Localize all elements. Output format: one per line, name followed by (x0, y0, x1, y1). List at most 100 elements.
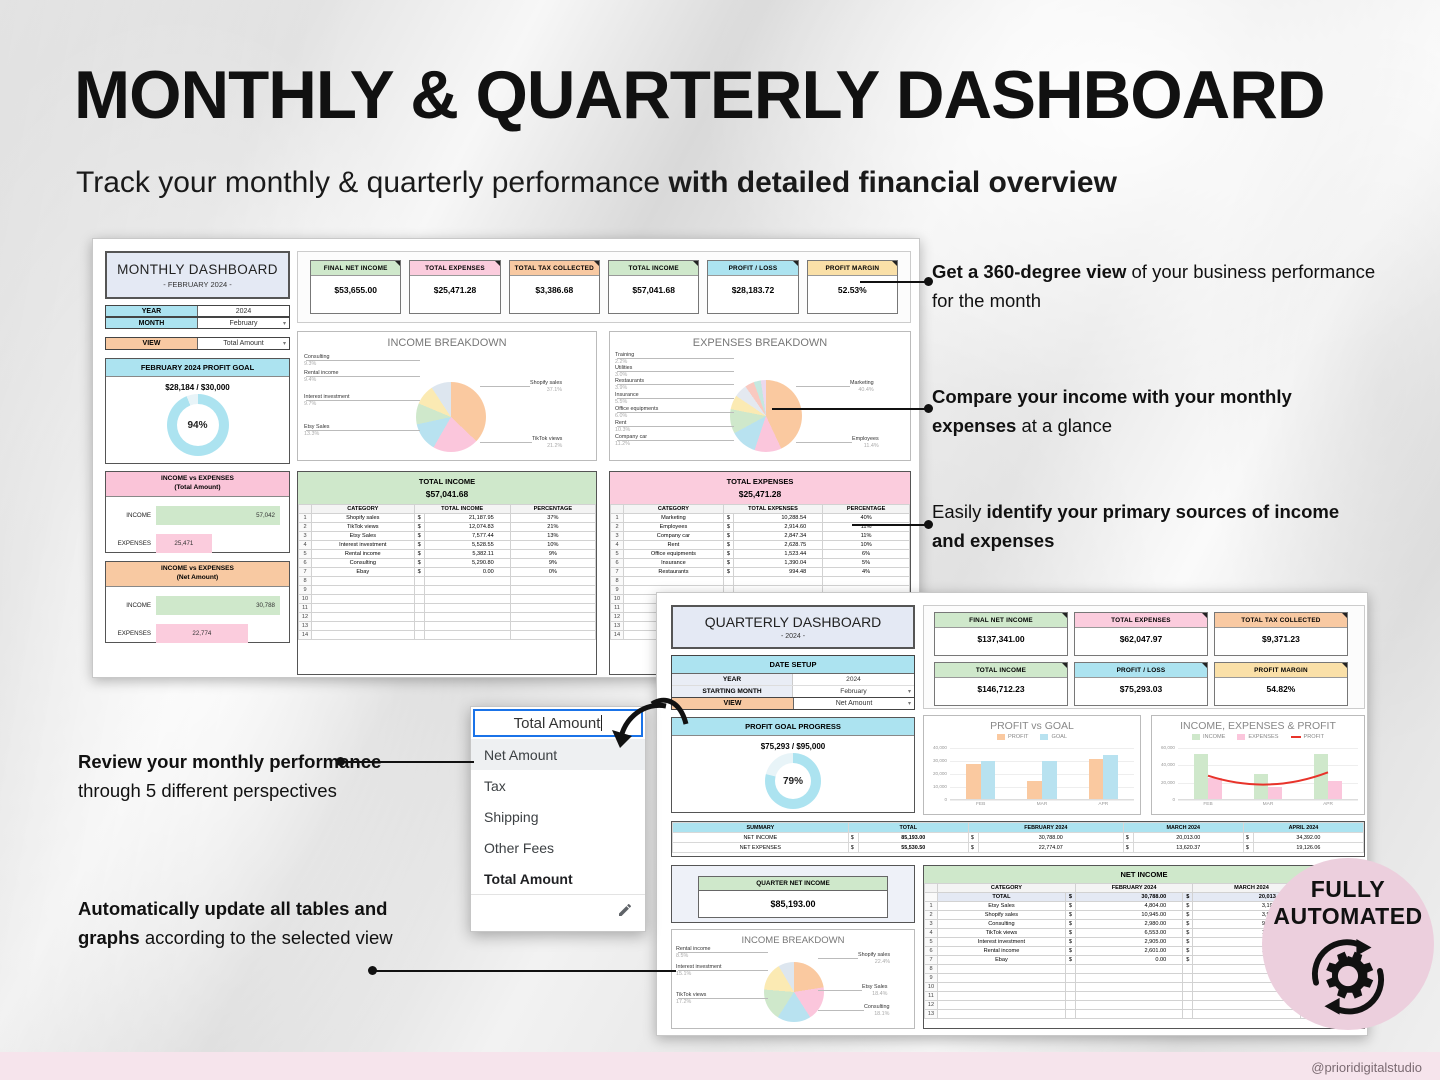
monthly-year-value[interactable]: 2024 (198, 306, 289, 316)
kpi-value: $3,386.68 (535, 285, 574, 295)
kpi-value: $28,183.72 (731, 285, 775, 295)
chevron-down-icon[interactable]: ▾ (908, 688, 911, 695)
column-header: SUMMARY (672, 822, 849, 833)
summary-table[interactable]: SUMMARY TOTAL FEBRUARY 2024 MARCH 2024 APRIL… (672, 822, 1365, 853)
dropdown-option-other-fees[interactable]: Other Fees (471, 832, 645, 863)
pie-callout: Consulting 18.1% (864, 1004, 890, 1017)
table-row[interactable]: 11 (298, 603, 596, 613)
table-row[interactable]: 8 (298, 576, 596, 586)
dropdown-option-shipping[interactable]: Shipping (471, 801, 645, 832)
chevron-down-icon[interactable]: ▾ (908, 700, 911, 707)
table-row[interactable]: 12 (298, 612, 596, 622)
q-inc-pie-pie (764, 962, 824, 1022)
monthly-year-row[interactable]: YEAR 2024 (105, 305, 290, 317)
pie-leader-line (306, 376, 420, 377)
pencil-icon[interactable] (617, 902, 633, 918)
callout-line-2 (772, 408, 928, 410)
data-table[interactable]: CATEGORY TOTAL INCOME PERCENTAGE 1 Shopify s… (298, 504, 596, 640)
kpi-value: $75,293.03 (1119, 684, 1163, 694)
pie-leader-line (678, 952, 768, 953)
quarter-net-income-card: QUARTER NET INCOME $85,193.00 (671, 865, 915, 923)
m-inc-pie-pie (416, 382, 486, 452)
table-row[interactable]: 1 Marketing $10,288.54 40% (610, 513, 910, 523)
quarterly-view-row[interactable]: VIEW Net Amount ▾ (671, 697, 915, 710)
kpi-label: TOTAL INCOME (608, 261, 699, 276)
kpi-value: 52.53% (837, 285, 867, 295)
kpi-value: 54.82% (1266, 684, 1296, 694)
plot-area: 0 20,000 40,000 60,000 FEB MAR APR (1161, 745, 1358, 807)
kpi-card-3: TOTAL INCOME $146,712.23 (934, 662, 1068, 706)
table-row[interactable]: 3 Etsy Sales $7,577.44 13% (298, 531, 596, 541)
annotation-360-view: Get a 360-degree view of your business p… (932, 258, 1392, 315)
kpi-label: PROFIT MARGIN (1214, 663, 1347, 678)
dropdown-option-tax[interactable]: Tax (471, 770, 645, 801)
quarterly-income-breakdown-title: INCOME BREAKDOWN (741, 935, 845, 946)
chevron-down-icon[interactable]: ▾ (283, 320, 286, 327)
kpi-card-0: FINAL NET INCOME $53,655.00 (310, 260, 402, 314)
table-row[interactable]: 4 Interest investment $5,528.55 10% (298, 540, 596, 550)
table-row[interactable]: 6 Insurance $1,390.04 5% (610, 558, 910, 568)
monthly-month-value[interactable]: February ▾ (198, 318, 289, 328)
pie-leader-line (617, 398, 734, 399)
table-row[interactable]: 4 Rent $2,628.75 10% (610, 540, 910, 550)
chevron-down-icon[interactable]: ▾ (283, 340, 286, 347)
table-row[interactable]: 5 Rental income $5,382.11 9% (298, 549, 596, 559)
annotation-review-performance: Review your monthly performance through … (78, 748, 448, 805)
quarterly-view-value[interactable]: Net Amount ▾ (794, 698, 914, 709)
summary-row[interactable]: NET INCOME $85,193.00 $30,788.00 $20,013.00… (672, 832, 1365, 843)
table-row[interactable]: 3 Company car $2,847.34 11% (610, 531, 910, 541)
curved-arrow-to-quarterly-icon (650, 697, 689, 725)
annotation-identify-sources-lead: Easily (932, 501, 987, 522)
table-row[interactable]: 7 Restaurants $994.48 4% (610, 567, 910, 577)
table-row[interactable]: 2 TikTok views $12,074.83 21% (298, 522, 596, 532)
kpi-card-0: FINAL NET INCOME $137,341.00 (934, 612, 1068, 656)
page-subtitle: Track your monthly & quarterly performan… (76, 166, 1406, 200)
monthly-view-row[interactable]: VIEW Total Amount ▾ (105, 337, 290, 350)
monthly-income-breakdown-title: INCOME BREAKDOWN (387, 337, 507, 349)
pie-leader-line (818, 990, 862, 991)
kpi-label: PROFIT / LOSS (708, 261, 798, 276)
subtitle-normal: Track your monthly & quarterly performan… (76, 166, 669, 199)
monthly-total-income-table[interactable]: TOTAL INCOME $57,041.68 CATEGORY TOTAL IN… (297, 471, 597, 675)
y-tick-label: 10,000 (932, 784, 947, 789)
view-dropdown-input-value: Total Amount (513, 714, 601, 732)
callout-line-4 (344, 761, 474, 763)
quarterly-dashboard-screenshot[interactable]: QUARTERLY DASHBOARD - 2024 - DATE SETUP … (656, 592, 1368, 1036)
monthly-month-row[interactable]: MONTH February ▾ (105, 317, 290, 329)
legend-item: PROFIT (996, 734, 1028, 740)
chart-legend: PROFIT GOAL (924, 734, 1140, 740)
x-axis (1178, 799, 1358, 800)
ive-total-income-label: INCOME (126, 511, 151, 519)
summary-row[interactable]: NET EXPENSES $55,530.50 $22,774.07 $13,620.… (672, 842, 1365, 853)
table-row[interactable]: 10 (298, 594, 596, 604)
dropdown-option-total-amount[interactable]: Total Amount (471, 863, 645, 894)
quarterly-profit-goal-header: PROFIT GOAL PROGRESS (672, 718, 914, 736)
legend-item: GOAL (1040, 734, 1067, 740)
kpi-value: $57,041.68 (632, 285, 675, 295)
y-tick-label: 40,000 (1160, 762, 1175, 768)
monthly-profit-goal-header: FEBRUARY 2024 PROFIT GOAL (106, 359, 289, 377)
table-row[interactable]: 14 (298, 630, 596, 640)
table-row[interactable]: 8 (610, 576, 910, 586)
table-row[interactable]: 13 (298, 621, 596, 631)
kpi-card-5: PROFIT MARGIN 52.53% (806, 260, 898, 314)
quarterly-year-value[interactable]: 2024 (793, 674, 914, 685)
view-dropdown-options[interactable]: Net Amount Tax Shipping Other Fees Total Amo… (471, 739, 645, 894)
quarterly-summary-table[interactable]: SUMMARY TOTAL FEBRUARY 2024 MARCH 2024 APRIL… (671, 821, 1365, 857)
quarterly-starting-month-value[interactable]: February ▾ (793, 686, 914, 697)
table-row[interactable]: 1 Shopify sales $21,187.95 37% (298, 513, 596, 523)
quarterly-starting-month-row[interactable]: STARTING MONTH February ▾ (672, 686, 914, 697)
monthly-view-value[interactable]: Total Amount ▾ (198, 338, 289, 349)
table-row[interactable]: 6 Consulting $5,290.80 9% (298, 558, 596, 568)
table-row[interactable]: 9 (298, 585, 596, 595)
quarterly-year-row[interactable]: YEAR 2024 (672, 674, 914, 686)
table-row[interactable]: 7 Ebay $0.00 0% (298, 567, 596, 577)
annotation-compare-income-normal: at a glance (1016, 414, 1112, 436)
table-row[interactable]: 5 Office equipments $1,523.44 6% (610, 549, 910, 559)
monthly-month-label: MONTH (106, 318, 198, 328)
monthly-dashboard-title: MONTHLY DASHBOARD (117, 261, 278, 277)
column-header: PERCENTAGE (509, 504, 596, 514)
view-dropdown-footer[interactable] (471, 894, 645, 924)
monthly-income-breakdown-chart: INCOME BREAKDOWN Consulting 9.3% Rental in… (297, 331, 597, 461)
bar (1027, 780, 1042, 800)
